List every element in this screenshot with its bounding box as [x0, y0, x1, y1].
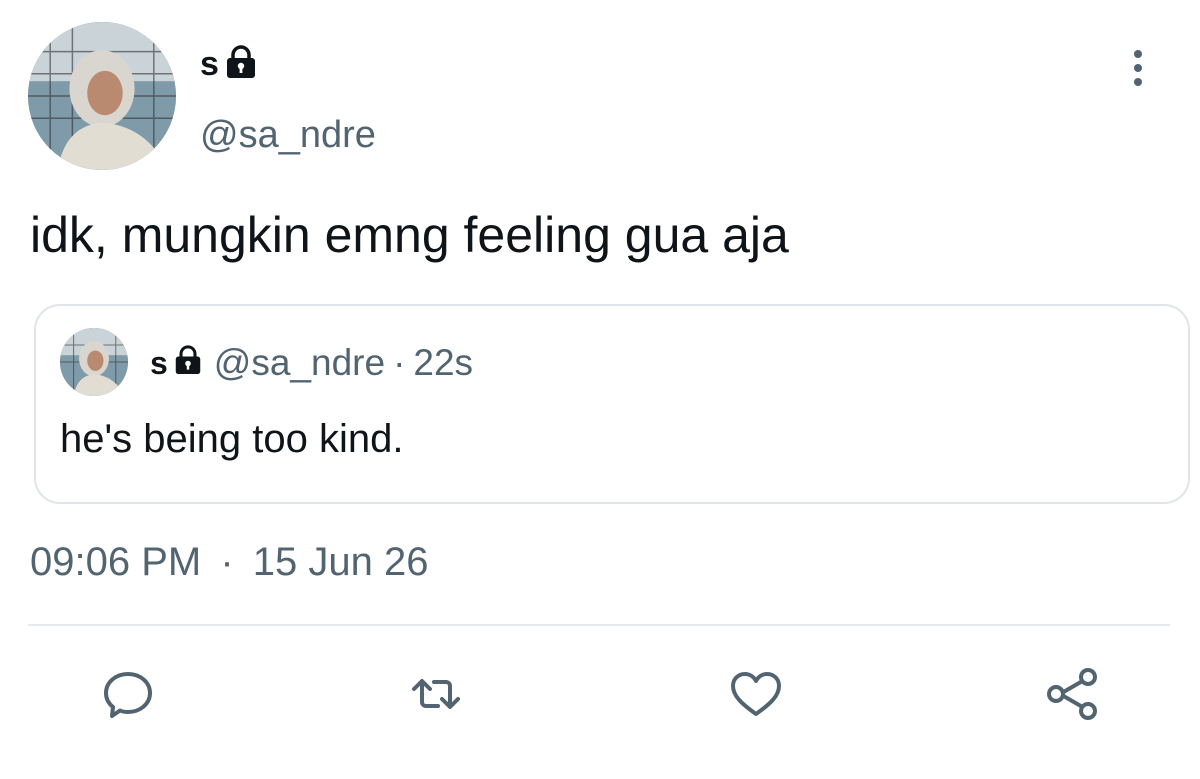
tweet-time: 09:06 PM — [30, 540, 202, 584]
separator-dot: · — [220, 540, 234, 584]
reply-icon — [104, 672, 152, 718]
author-avatar[interactable] — [28, 22, 176, 170]
tweet-date: 15 Jun 26 — [252, 540, 429, 584]
tweet-timestamp[interactable]: 09:06 PM · 15 Jun 26 — [30, 540, 429, 585]
share-button[interactable] — [1044, 666, 1100, 722]
divider — [28, 624, 1170, 626]
author-handle[interactable]: @sa_ndre — [200, 114, 376, 157]
separator-dot: · — [393, 342, 406, 383]
quoted-tweet-text: he's being too kind. — [60, 417, 404, 461]
quoted-author-handle: @sa_ndre — [213, 342, 386, 383]
quoted-tweet-card[interactable]: s @sa_ndre · 22s he's being too kind. — [34, 304, 1190, 504]
author-display-name[interactable]: s — [200, 44, 219, 84]
share-icon — [1047, 668, 1097, 720]
retweet-icon — [412, 679, 460, 709]
more-options-button[interactable] — [1120, 46, 1156, 96]
lock-icon — [225, 44, 257, 84]
quoted-tweet-age: 22s — [413, 342, 474, 383]
lock-icon — [174, 342, 202, 384]
more-vertical-icon — [1120, 46, 1156, 95]
quoted-tweet-header: s @sa_ndre · 22s — [150, 342, 473, 384]
heart-icon — [731, 672, 781, 716]
tweet-text: idk, mungkin emng feeling gua aja — [30, 207, 789, 263]
author-name-row: s — [200, 44, 257, 84]
reply-button[interactable] — [100, 666, 156, 722]
like-button[interactable] — [728, 666, 784, 722]
retweet-button[interactable] — [408, 666, 464, 722]
quoted-author-display-name: s — [150, 345, 168, 381]
quoted-author-avatar — [60, 328, 128, 396]
